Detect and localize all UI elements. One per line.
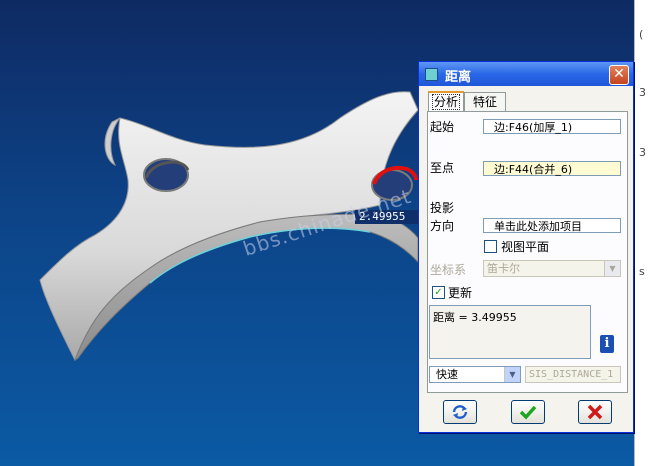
end-field[interactable]: 边:F44(合并_6): [483, 161, 621, 176]
mode-select[interactable]: 快速 ▼: [429, 366, 521, 383]
close-button[interactable]: ✕: [609, 65, 629, 85]
dialog-titlebar[interactable]: 距离 ✕: [419, 62, 633, 86]
right-edge-panel: ( 3 3 s: [634, 0, 653, 466]
info-icon[interactable]: i: [600, 335, 614, 353]
repeat-button[interactable]: [443, 400, 477, 424]
tab-analysis-label: 分析: [431, 94, 460, 110]
feature-name-field[interactable]: SIS_DISTANCE_1: [525, 366, 621, 383]
coord-value: 笛卡尔: [487, 262, 520, 275]
view-plane-checkbox[interactable]: [484, 240, 497, 253]
start-field[interactable]: 边:F46(加厚_1): [483, 119, 621, 134]
dialog-title: 距离: [445, 70, 472, 85]
dialog-app-icon: [425, 68, 438, 81]
edge-glyph: 3: [639, 86, 646, 99]
tab-feature-label: 特征: [472, 95, 497, 109]
update-label: 更新: [448, 286, 473, 300]
direction-field[interactable]: 单击此处添加项目: [483, 218, 621, 233]
direction-label: 方向: [430, 219, 455, 233]
coord-label: 坐标系: [430, 263, 467, 277]
check-icon: [519, 405, 537, 420]
chevron-down-icon[interactable]: ▼: [604, 261, 620, 276]
mode-value: 快速: [436, 368, 458, 381]
end-label: 至点: [430, 161, 455, 175]
analysis-panel: 起始 边:F46(加厚_1) 至点 边:F44(合并_6) 投影 方向 单击此处…: [427, 111, 628, 393]
distance-dialog: 距离 ✕ 分析 特征 起始 边:F46(加厚_1) 至点 边:F44(合并_6)…: [418, 61, 634, 433]
projection-label: 投影: [430, 201, 455, 215]
result-box: 距离 = 3.49955: [429, 305, 591, 359]
result-text: 距离 = 3.49955: [433, 311, 517, 324]
ok-button[interactable]: [511, 400, 545, 424]
edge-glyph: s: [639, 265, 645, 278]
edge-glyph: 3: [639, 146, 646, 159]
repeat-icon: [452, 405, 468, 419]
tab-analysis[interactable]: 分析: [428, 91, 464, 113]
start-label: 起始: [430, 120, 455, 134]
tab-feature[interactable]: 特征: [464, 92, 506, 111]
cancel-button[interactable]: [578, 400, 612, 424]
chevron-down-icon[interactable]: ▼: [504, 367, 520, 382]
coord-select[interactable]: 笛卡尔 ▼: [483, 260, 621, 277]
edge-glyph: (: [639, 28, 644, 41]
view-plane-label: 视图平面: [501, 240, 550, 254]
x-icon: [587, 404, 603, 420]
update-checkbox[interactable]: ✓: [432, 286, 445, 299]
